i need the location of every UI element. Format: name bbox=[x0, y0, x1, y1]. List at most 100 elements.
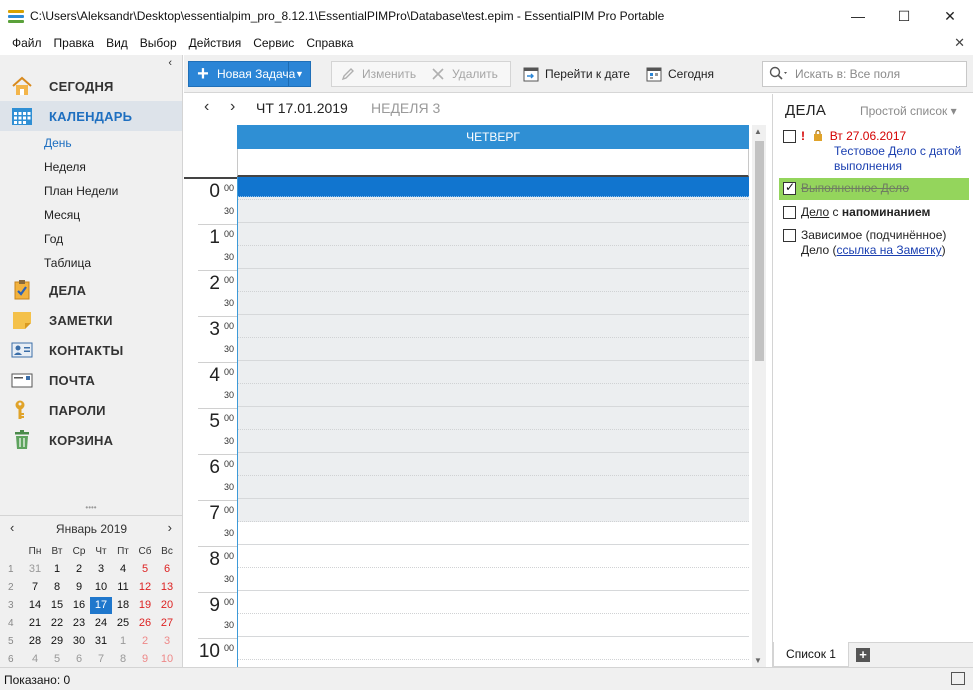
nav-passwords[interactable]: ПАРОЛИ bbox=[0, 395, 182, 425]
mini-calendar-day[interactable]: 19 bbox=[134, 597, 156, 614]
hour-slot[interactable] bbox=[238, 269, 749, 315]
menu-actions[interactable]: Действия bbox=[183, 36, 248, 50]
hour-slot[interactable] bbox=[238, 499, 749, 545]
task-item[interactable]: ! Вт 27.06.2017 Тестовое Дело с датой вы… bbox=[779, 129, 969, 177]
mini-calendar-day[interactable]: 30 bbox=[68, 633, 90, 650]
vertical-scrollbar[interactable]: ▲ ▼ bbox=[752, 125, 766, 667]
view-week-plan[interactable]: План Недели bbox=[44, 184, 118, 198]
mini-calendar-day[interactable]: 31 bbox=[24, 561, 46, 578]
close-button[interactable]: ✕ bbox=[927, 0, 973, 32]
view-month[interactable]: Месяц bbox=[44, 208, 80, 222]
mini-calendar-day[interactable]: 4 bbox=[24, 651, 46, 668]
status-monitor-icon[interactable] bbox=[951, 672, 965, 685]
mini-calendar-day[interactable]: 5 bbox=[46, 651, 68, 668]
task-checkbox-checked[interactable] bbox=[783, 180, 796, 195]
search-box[interactable] bbox=[762, 61, 967, 87]
task-item-completed[interactable]: Выполненное Дело bbox=[779, 178, 969, 200]
day-time-grid[interactable] bbox=[237, 177, 749, 683]
scroll-down-icon[interactable]: ▼ bbox=[754, 656, 762, 665]
close-document-icon[interactable]: ✕ bbox=[954, 35, 965, 51]
mini-calendar-day[interactable]: 16 bbox=[68, 597, 90, 614]
view-week[interactable]: Неделя bbox=[44, 160, 86, 174]
all-day-area[interactable] bbox=[237, 149, 749, 177]
maximize-button[interactable]: ☐ bbox=[881, 0, 927, 32]
mini-calendar-day[interactable]: 4 bbox=[112, 561, 134, 578]
mini-calendar-day[interactable]: 20 bbox=[156, 597, 178, 614]
mini-calendar-day[interactable]: 1 bbox=[46, 561, 68, 578]
hour-slot[interactable] bbox=[238, 453, 749, 499]
nav-today[interactable]: СЕГОДНЯ bbox=[0, 71, 182, 101]
mini-calendar-day[interactable]: 8 bbox=[112, 651, 134, 668]
menu-tools[interactable]: Сервис bbox=[247, 36, 300, 50]
mini-calendar-next-icon[interactable]: › bbox=[168, 520, 172, 535]
view-table[interactable]: Таблица bbox=[44, 256, 91, 270]
menu-help[interactable]: Справка bbox=[300, 36, 359, 50]
mini-calendar-day[interactable]: 12 bbox=[134, 579, 156, 596]
mini-calendar-day[interactable]: 7 bbox=[24, 579, 46, 596]
collapse-sidebar-icon[interactable]: ‹ bbox=[168, 57, 172, 69]
mini-calendar-day[interactable]: 6 bbox=[68, 651, 90, 668]
sidebar-splitter[interactable]: •••• bbox=[0, 504, 183, 515]
mini-calendar-day[interactable]: 10 bbox=[156, 651, 178, 668]
mini-calendar-day[interactable]: 6 bbox=[156, 561, 178, 578]
mini-calendar-day[interactable]: 27 bbox=[156, 615, 178, 632]
tasks-view-selector[interactable]: Простой список ▾ bbox=[860, 104, 957, 118]
note-link[interactable]: ссылка на Заметку bbox=[837, 243, 942, 257]
nav-trash[interactable]: КОРЗИНА bbox=[0, 425, 182, 455]
mini-calendar-day[interactable]: 22 bbox=[46, 615, 68, 632]
mini-calendar-day[interactable]: 24 bbox=[90, 615, 112, 632]
hour-slot[interactable] bbox=[238, 223, 749, 269]
mini-calendar-day[interactable]: 10 bbox=[90, 579, 112, 596]
mini-calendar-day[interactable]: 13 bbox=[156, 579, 178, 596]
nav-tasks[interactable]: ДЕЛА bbox=[0, 275, 182, 305]
menu-view[interactable]: Вид bbox=[100, 36, 134, 50]
mini-calendar-day[interactable]: 2 bbox=[68, 561, 90, 578]
minimize-button[interactable]: — bbox=[835, 0, 881, 32]
new-task-dropdown-icon[interactable]: ▼ bbox=[288, 62, 310, 86]
search-input[interactable] bbox=[795, 67, 945, 81]
mini-calendar-day[interactable]: 2 bbox=[134, 633, 156, 650]
add-list-icon[interactable]: + bbox=[856, 648, 870, 662]
next-day-icon[interactable]: › bbox=[230, 98, 235, 116]
mini-calendar-day[interactable]: 1 bbox=[112, 633, 134, 650]
menu-edit[interactable]: Правка bbox=[48, 36, 101, 50]
hour-slot[interactable] bbox=[238, 545, 749, 591]
hour-slot[interactable] bbox=[238, 407, 749, 453]
edit-button[interactable]: Изменить bbox=[340, 62, 416, 86]
task-checkbox[interactable] bbox=[783, 130, 796, 143]
mini-calendar-day[interactable]: 18 bbox=[112, 597, 134, 614]
selected-time-slot[interactable] bbox=[238, 177, 749, 197]
menu-select[interactable]: Выбор bbox=[134, 36, 183, 50]
hour-slot[interactable] bbox=[238, 591, 749, 637]
nav-mail[interactable]: ПОЧТА bbox=[0, 365, 182, 395]
prev-day-icon[interactable]: ‹ bbox=[204, 98, 209, 116]
mini-calendar-day[interactable]: 3 bbox=[156, 633, 178, 650]
mini-calendar-day[interactable]: 9 bbox=[134, 651, 156, 668]
mini-calendar-day[interactable]: 7 bbox=[90, 651, 112, 668]
mini-calendar-day[interactable]: 21 bbox=[24, 615, 46, 632]
hour-slot[interactable] bbox=[238, 361, 749, 407]
mini-calendar-day[interactable]: 26 bbox=[134, 615, 156, 632]
hour-slot[interactable] bbox=[238, 315, 749, 361]
mini-calendar-day[interactable]: 11 bbox=[112, 579, 134, 596]
new-task-button[interactable]: + Новая Задача ▼ bbox=[188, 61, 311, 87]
mini-calendar-day[interactable]: 31 bbox=[90, 633, 112, 650]
day-column-header[interactable]: ЧЕТВЕРГ bbox=[237, 125, 749, 149]
nav-calendar[interactable]: КАЛЕНДАРЬ bbox=[0, 101, 182, 131]
tab-list-1[interactable]: Список 1 bbox=[773, 642, 849, 667]
mini-calendar-day[interactable]: 3 bbox=[90, 561, 112, 578]
mini-calendar-day[interactable]: 9 bbox=[68, 579, 90, 596]
nav-contacts[interactable]: КОНТАКТЫ bbox=[0, 335, 182, 365]
scroll-up-icon[interactable]: ▲ bbox=[754, 127, 762, 136]
mini-calendar-day[interactable]: 29 bbox=[46, 633, 68, 650]
task-item[interactable]: Зависимое (подчинённое) Дело (ссылка на … bbox=[779, 228, 969, 260]
task-checkbox[interactable] bbox=[783, 229, 796, 242]
mini-calendar-day[interactable]: 5 bbox=[134, 561, 156, 578]
mini-calendar-day[interactable]: 15 bbox=[46, 597, 68, 614]
mini-calendar-day[interactable]: 14 bbox=[24, 597, 46, 614]
mini-calendar-day[interactable]: 28 bbox=[24, 633, 46, 650]
view-day[interactable]: День bbox=[44, 136, 72, 150]
goto-date-button[interactable]: Перейти к дате bbox=[523, 62, 630, 86]
nav-notes[interactable]: ЗАМЕТКИ bbox=[0, 305, 182, 335]
mini-calendar-day[interactable]: 25 bbox=[112, 615, 134, 632]
